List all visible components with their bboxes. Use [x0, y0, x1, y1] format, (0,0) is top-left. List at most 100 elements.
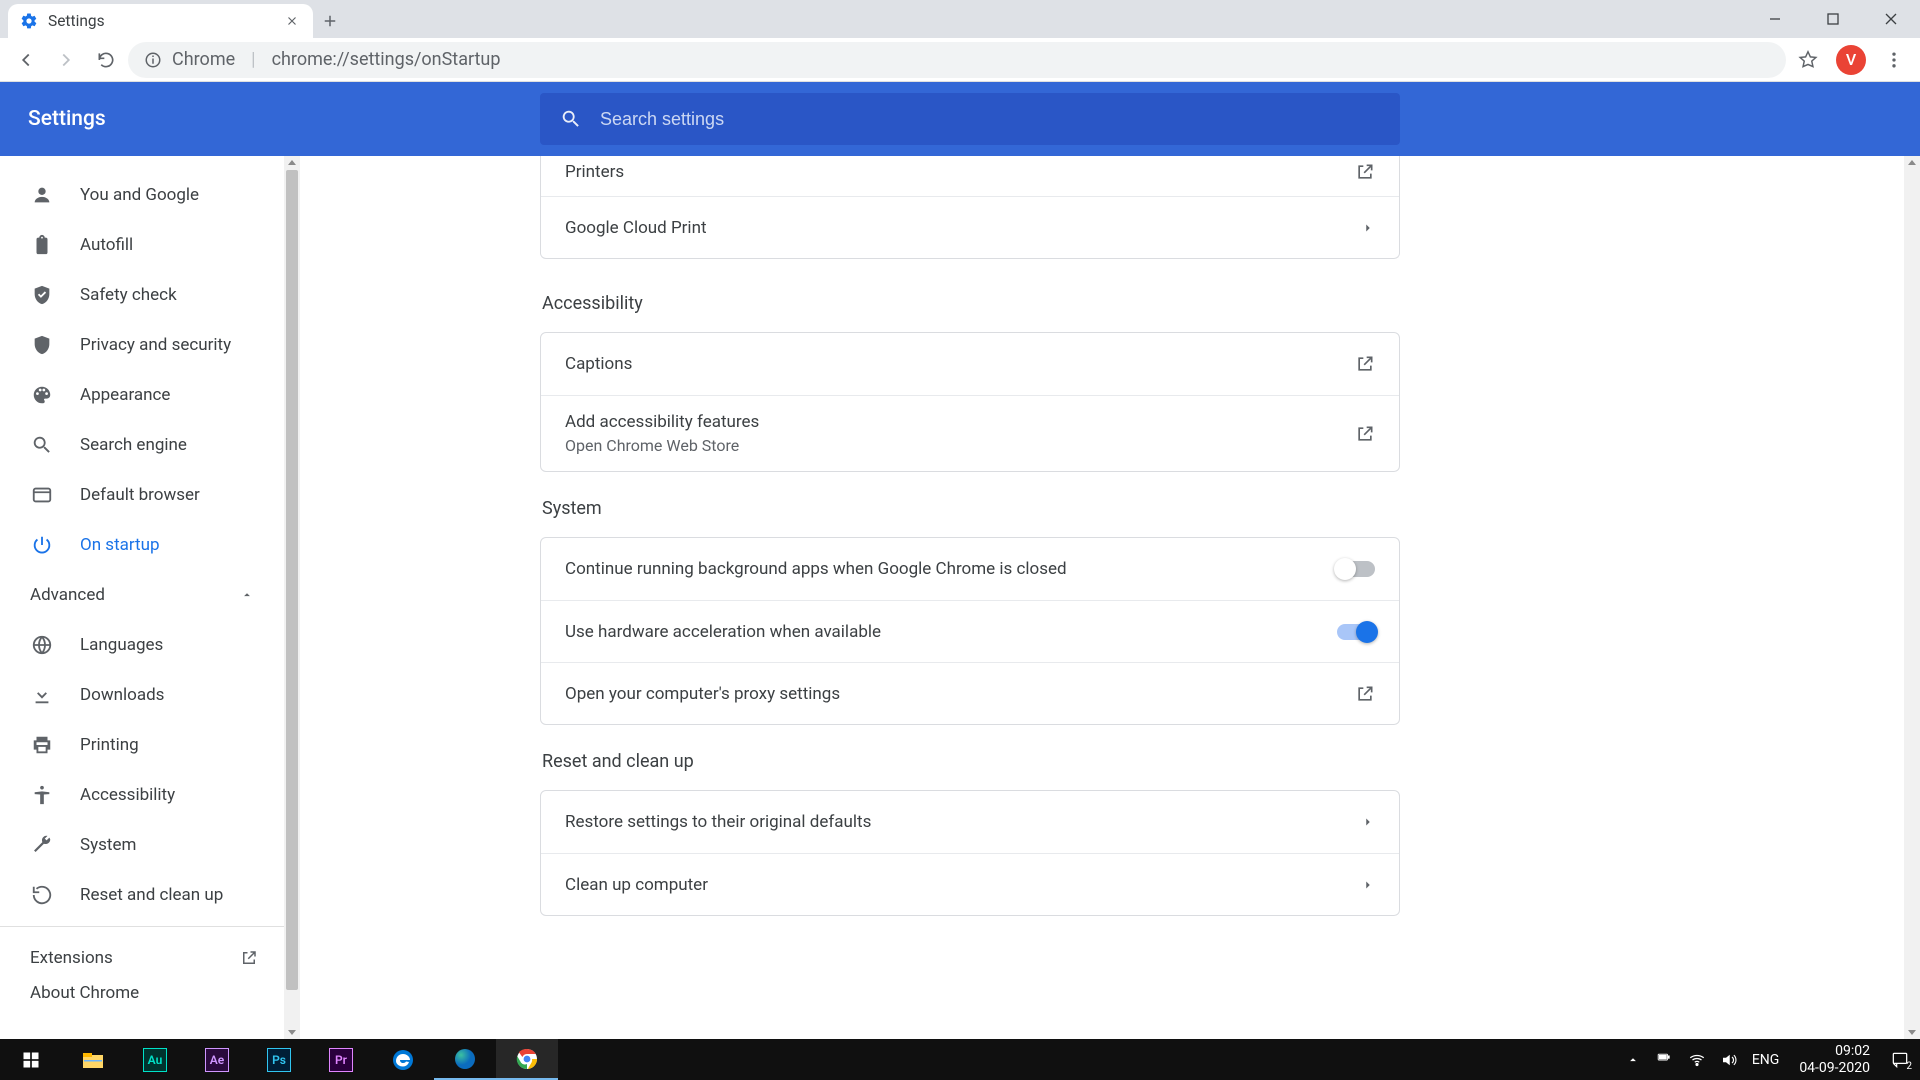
windows-taskbar: Au Ae Ps Pr ENG 09:02 04-09-2020 2: [0, 1039, 1920, 1080]
sidebar-advanced-toggle[interactable]: Advanced: [0, 570, 284, 620]
maximize-button[interactable]: [1804, 0, 1862, 38]
wifi-icon[interactable]: [1688, 1051, 1706, 1069]
sidebar-item-languages[interactable]: Languages: [0, 620, 284, 670]
globe-icon: [30, 634, 54, 656]
edge-chromium-icon[interactable]: [434, 1039, 496, 1080]
sidebar-item-reset[interactable]: Reset and clean up: [0, 870, 284, 920]
open-external-icon: [240, 949, 258, 967]
adobe-after-effects-icon[interactable]: Ae: [186, 1039, 248, 1080]
profile-avatar[interactable]: V: [1836, 45, 1866, 75]
adobe-premiere-icon[interactable]: Pr: [310, 1039, 372, 1080]
open-external-icon: [1355, 354, 1375, 374]
chevron-right-icon: [1361, 221, 1375, 235]
edge-legacy-icon[interactable]: [372, 1039, 434, 1080]
settings-header: Settings: [0, 82, 1920, 156]
sidebar-item-label: System: [80, 835, 136, 855]
chrome-icon[interactable]: [496, 1039, 558, 1080]
volume-icon[interactable]: [1720, 1051, 1738, 1069]
window-controls: [1746, 0, 1920, 38]
sidebar-item-label: Search engine: [80, 435, 187, 455]
sidebar-extensions-link[interactable]: Extensions: [0, 933, 284, 983]
page-title: Settings: [0, 107, 540, 131]
open-external-icon: [1355, 424, 1375, 444]
row-printers[interactable]: Printers: [541, 156, 1399, 196]
toggle-background-apps[interactable]: [1337, 561, 1375, 577]
sidebar-item-label: On startup: [80, 535, 160, 555]
sidebar-item-label: Downloads: [80, 685, 164, 705]
section-title-reset: Reset and clean up: [542, 751, 1398, 772]
adobe-photoshop-icon[interactable]: Ps: [248, 1039, 310, 1080]
settings-search[interactable]: [540, 93, 1400, 145]
forward-button[interactable]: [48, 42, 84, 78]
printing-card: Printers Google Cloud Print: [540, 156, 1400, 259]
sidebar-item-default-browser[interactable]: Default browser: [0, 470, 284, 520]
accessibility-card: Captions Add accessibility features Open…: [540, 332, 1400, 472]
chrome-menu-button[interactable]: [1876, 42, 1912, 78]
close-window-button[interactable]: [1862, 0, 1920, 38]
address-bar[interactable]: Chrome | chrome://settings/onStartup: [128, 42, 1786, 78]
sidebar-item-accessibility[interactable]: Accessibility: [0, 770, 284, 820]
sidebar-item-label: Safety check: [80, 285, 177, 305]
row-restore-defaults[interactable]: Restore settings to their original defau…: [541, 791, 1399, 853]
back-button[interactable]: [8, 42, 44, 78]
taskbar-clock[interactable]: 09:02 04-09-2020: [1799, 1043, 1870, 1077]
chevron-up-icon: [240, 588, 254, 602]
site-info-icon[interactable]: [144, 51, 162, 69]
sidebar-scrollbar[interactable]: [284, 156, 300, 1039]
settings-main: Printers Google Cloud Print Accessibilit…: [300, 156, 1920, 1039]
sidebar-item-on-startup[interactable]: On startup: [0, 520, 284, 570]
row-proxy-settings[interactable]: Open your computer's proxy settings: [541, 662, 1399, 724]
palette-icon: [30, 384, 54, 406]
sidebar-item-search-engine[interactable]: Search engine: [0, 420, 284, 470]
sidebar-item-system[interactable]: System: [0, 820, 284, 870]
notifications-icon[interactable]: 2: [1890, 1050, 1910, 1070]
printer-icon: [30, 734, 54, 756]
row-captions[interactable]: Captions: [541, 333, 1399, 395]
section-title-system: System: [542, 498, 1398, 519]
start-button[interactable]: [0, 1039, 62, 1080]
row-google-cloud-print[interactable]: Google Cloud Print: [541, 196, 1399, 258]
clipboard-icon: [30, 234, 54, 256]
file-explorer-icon[interactable]: [62, 1039, 124, 1080]
settings-sidebar: You and Google Autofill Safety check Pri…: [0, 156, 300, 1039]
chevron-right-icon: [1361, 815, 1375, 829]
sidebar-item-autofill[interactable]: Autofill: [0, 220, 284, 270]
tray-chevron-icon[interactable]: [1626, 1053, 1640, 1067]
close-tab-icon[interactable]: [283, 12, 301, 30]
download-icon: [30, 684, 54, 706]
bookmark-star-icon[interactable]: [1790, 42, 1826, 78]
reset-card: Restore settings to their original defau…: [540, 790, 1400, 916]
system-card: Continue running background apps when Go…: [540, 537, 1400, 725]
row-add-accessibility[interactable]: Add accessibility features Open Chrome W…: [541, 395, 1399, 471]
battery-icon[interactable]: [1654, 1053, 1674, 1067]
sidebar-about-link[interactable]: About Chrome: [0, 983, 284, 1019]
section-title-accessibility: Accessibility: [542, 293, 1398, 314]
browser-tab-settings[interactable]: Settings: [8, 4, 313, 38]
sidebar-item-label: Default browser: [80, 485, 200, 505]
browser-toolbar: Chrome | chrome://settings/onStartup V: [0, 38, 1920, 82]
sidebar-item-label: Autofill: [80, 235, 133, 255]
row-clean-up[interactable]: Clean up computer: [541, 853, 1399, 915]
toggle-hardware-accel[interactable]: [1337, 624, 1375, 640]
language-indicator[interactable]: ENG: [1752, 1052, 1779, 1068]
sidebar-item-label: Printing: [80, 735, 139, 755]
chevron-right-icon: [1361, 878, 1375, 892]
sidebar-item-printing[interactable]: Printing: [0, 720, 284, 770]
sidebar-item-safety-check[interactable]: Safety check: [0, 270, 284, 320]
minimize-button[interactable]: [1746, 0, 1804, 38]
sidebar-item-label: You and Google: [80, 185, 199, 205]
shield-icon: [30, 334, 54, 356]
sidebar-item-appearance[interactable]: Appearance: [0, 370, 284, 420]
new-tab-button[interactable]: [313, 4, 347, 38]
main-scrollbar[interactable]: [1904, 156, 1920, 1039]
sidebar-item-label: Privacy and security: [80, 335, 231, 355]
reload-button[interactable]: [88, 42, 124, 78]
settings-search-input[interactable]: [600, 109, 1380, 130]
sidebar-item-downloads[interactable]: Downloads: [0, 670, 284, 720]
open-external-icon: [1355, 684, 1375, 704]
scrollbar-thumb[interactable]: [286, 170, 298, 990]
row-hardware-accel: Use hardware acceleration when available: [541, 600, 1399, 662]
sidebar-item-privacy[interactable]: Privacy and security: [0, 320, 284, 370]
sidebar-item-you-and-google[interactable]: You and Google: [0, 170, 284, 220]
adobe-audition-icon[interactable]: Au: [124, 1039, 186, 1080]
